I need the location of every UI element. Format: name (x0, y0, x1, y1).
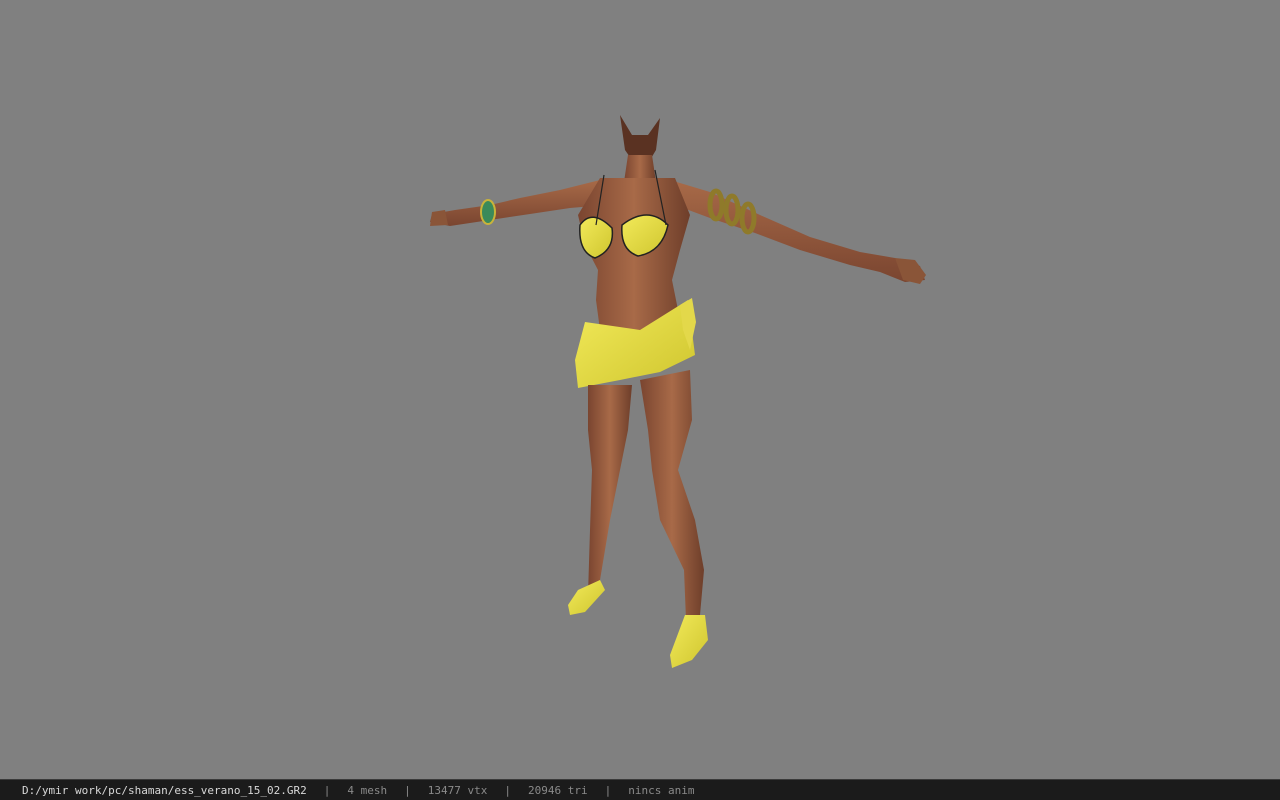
left-leg (588, 385, 632, 595)
right-leg (640, 370, 704, 620)
triangle-count: 20946 tri (528, 783, 588, 797)
bracelet-left (480, 199, 496, 225)
right-arm (670, 180, 925, 282)
file-path: D:/ymir work/pc/shaman/ess_verano_15_02.… (22, 783, 307, 797)
separator: | (404, 783, 411, 797)
left-hand (430, 210, 448, 226)
character-model (430, 115, 926, 668)
left-arm (430, 180, 605, 226)
separator: | (504, 783, 512, 797)
3d-viewport[interactable] (0, 0, 1280, 779)
mesh-count: 4 mesh (347, 783, 388, 797)
separator: | (323, 783, 331, 797)
head-stub (620, 115, 660, 160)
right-shoe (670, 615, 708, 668)
status-bar: D:/ymir work/pc/shaman/ess_verano_15_02.… (0, 779, 1280, 800)
vertex-count: 13477 vtx (427, 783, 488, 797)
anim-status: nincs anim (628, 783, 695, 797)
left-shoe (568, 580, 605, 615)
neck (624, 155, 656, 182)
separator: | (604, 783, 612, 797)
